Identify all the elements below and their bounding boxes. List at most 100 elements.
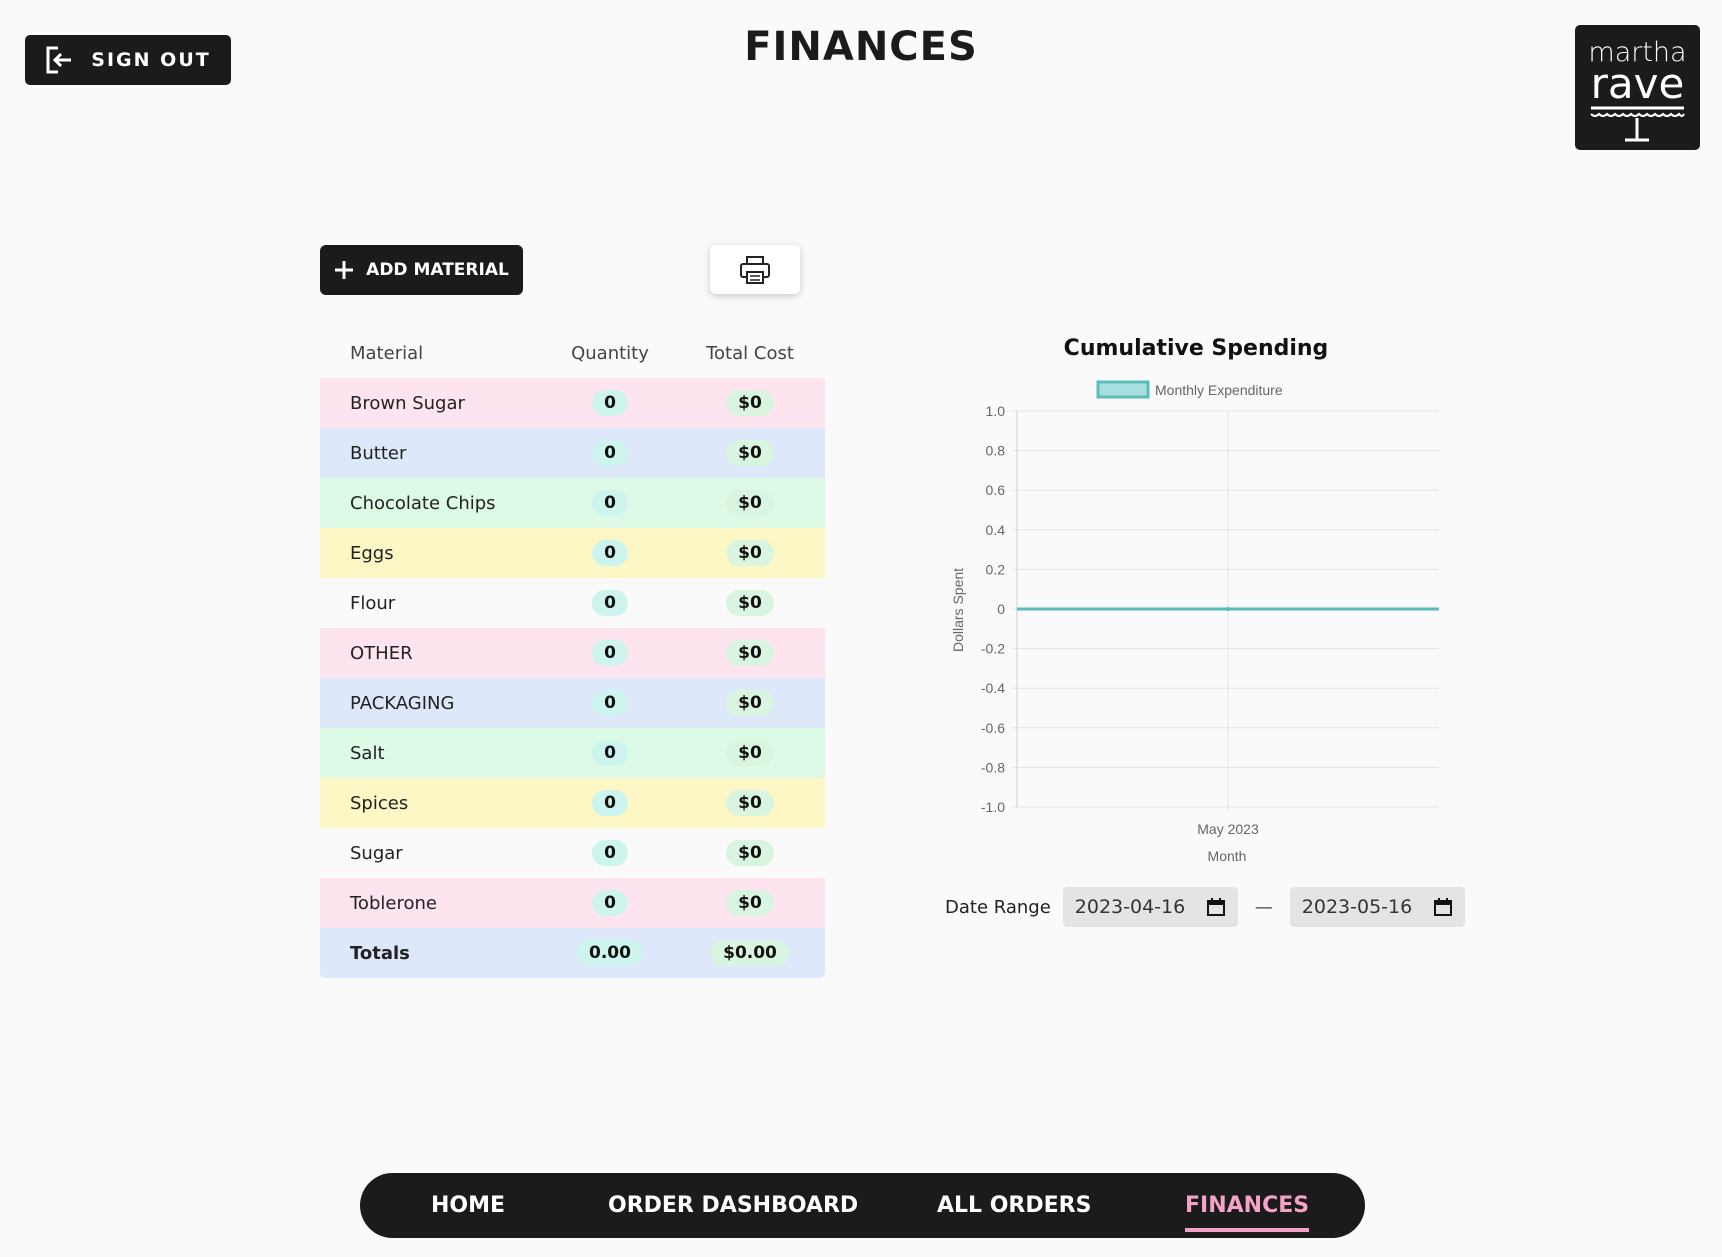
nav-all-orders[interactable]: ALL ORDERS: [937, 1193, 1091, 1218]
end-date-value: 2023-05-16: [1301, 896, 1413, 918]
start-date-input[interactable]: 2023-04-16: [1062, 887, 1238, 927]
cost-value: $0: [726, 790, 774, 816]
printer-icon: [740, 255, 770, 284]
date-range-separator: —: [1254, 896, 1273, 918]
calendar-icon: [1433, 898, 1452, 916]
materials-table: Material Quantity Total Cost Brown Sugar…: [320, 328, 825, 978]
material-name: PACKAGING: [350, 692, 455, 714]
end-date-input[interactable]: 2023-05-16: [1289, 887, 1465, 927]
y-tick-label: -0.6: [981, 720, 1005, 736]
start-date-value: 2023-04-16: [1074, 896, 1186, 918]
totals-cost: $0.00: [711, 940, 789, 966]
cost-value: $0: [726, 640, 774, 666]
material-name: Salt: [350, 742, 385, 764]
table-row: Brown Sugar 0 $0: [320, 378, 825, 428]
cost-value: $0: [726, 390, 774, 416]
table-row: Eggs 0 $0: [320, 528, 825, 578]
cost-value: $0: [726, 590, 774, 616]
header-total-cost: Total Cost: [706, 342, 794, 364]
table-row: Butter 0 $0: [320, 428, 825, 478]
calendar-icon: [1206, 898, 1225, 916]
plus-icon: [335, 261, 354, 279]
table-row: Spices 0 $0: [320, 778, 825, 828]
date-range: Date Range 2023-04-16 — 2023-05-16: [945, 887, 1465, 927]
cost-value: $0: [726, 540, 774, 566]
y-tick-label: -0.2: [981, 641, 1005, 657]
nav-home[interactable]: HOME: [431, 1193, 505, 1218]
nav-order-dashboard-label: ORDER DASHBOARD: [608, 1193, 859, 1218]
table-body: Brown Sugar 0 $0 Butter 0 $0 Chocolate Chips 0 $…: [320, 378, 825, 928]
totals-row: Totals 0.00 $0.00: [320, 928, 825, 978]
totals-quantity: 0.00: [577, 940, 643, 966]
quantity-value: 0: [592, 690, 628, 716]
table-header: Material Quantity Total Cost: [320, 328, 825, 378]
quantity-value: 0: [592, 540, 628, 566]
cake-stand-icon: [1590, 106, 1685, 142]
quantity-value: 0: [592, 740, 628, 766]
x-tick-label: May 2023: [1197, 821, 1259, 837]
quantity-value: 0: [592, 390, 628, 416]
material-name: Butter: [350, 442, 407, 464]
y-axis-label: Dollars Spent: [950, 568, 966, 652]
add-material-button[interactable]: ADD MATERIAL: [320, 245, 523, 295]
bottom-nav: HOME ORDER DASHBOARD ALL ORDERS FINANCES: [360, 1173, 1365, 1238]
material-name: Eggs: [350, 542, 394, 564]
material-name: Toblerone: [350, 892, 437, 914]
y-tick-label: 1.0: [986, 403, 1006, 419]
cumulative-spending-chart: Cumulative Spending Monthly Expenditure …: [950, 336, 1439, 864]
quantity-value: 0: [592, 490, 628, 516]
y-tick-label: 0.4: [986, 522, 1006, 538]
table-row: Sugar 0 $0: [320, 828, 825, 878]
y-tick-label: 0.2: [986, 561, 1006, 577]
table-row: Flour 0 $0: [320, 578, 825, 628]
y-tick-label: -1.0: [981, 799, 1005, 815]
logo-text-bottom: rave: [1590, 59, 1685, 108]
material-name: Spices: [350, 792, 409, 814]
data-point: [1226, 607, 1230, 611]
material-name: Chocolate Chips: [350, 492, 496, 514]
nav-home-label: HOME: [431, 1193, 506, 1218]
date-range-label: Date Range: [945, 896, 1051, 918]
quantity-value: 0: [592, 790, 628, 816]
y-tick-label: -0.8: [981, 759, 1005, 775]
nav-finances-label: FINANCES: [1185, 1193, 1310, 1218]
material-name: Sugar: [350, 842, 403, 864]
chart-title: Cumulative Spending: [1064, 336, 1329, 361]
quantity-value: 0: [592, 890, 628, 916]
chart-grid: 1.0 0.8 0.6 0.4 0.2 0 -0.2 -0.4 -0.6 -0.8 -1.0 May …: [981, 403, 1439, 837]
active-tab-indicator: [1185, 1228, 1310, 1232]
cost-value: $0: [726, 440, 774, 466]
nav-order-dashboard[interactable]: ORDER DASHBOARD: [608, 1193, 858, 1218]
nav-finances[interactable]: FINANCES: [1185, 1193, 1310, 1232]
quantity-value: 0: [592, 590, 628, 616]
material-name: OTHER: [350, 642, 413, 664]
cost-value: $0: [726, 490, 774, 516]
page-title: FINANCES: [744, 24, 978, 70]
header-material: Material: [350, 342, 424, 364]
legend-label: Monthly Expenditure: [1155, 382, 1283, 398]
cost-value: $0: [726, 840, 774, 866]
nav-all-orders-label: ALL ORDERS: [937, 1193, 1092, 1218]
material-name: Flour: [350, 592, 396, 614]
y-tick-label: 0.8: [986, 443, 1006, 459]
cost-value: $0: [726, 690, 774, 716]
table-row: Toblerone 0 $0: [320, 878, 825, 928]
table-row: PACKAGING 0 $0: [320, 678, 825, 728]
y-tick-label: 0: [997, 601, 1005, 617]
add-material-label: ADD MATERIAL: [366, 260, 509, 280]
table-row: Salt 0 $0: [320, 728, 825, 778]
material-name: Brown Sugar: [350, 392, 465, 414]
y-tick-label: -0.4: [981, 680, 1005, 696]
quantity-value: 0: [592, 640, 628, 666]
table-row: Chocolate Chips 0 $0: [320, 478, 825, 528]
brand-logo: martha rave: [1575, 25, 1700, 150]
table-row: OTHER 0 $0: [320, 628, 825, 678]
totals-label: Totals: [350, 942, 410, 964]
cost-value: $0: [726, 740, 774, 766]
print-button[interactable]: [710, 245, 800, 294]
quantity-value: 0: [592, 440, 628, 466]
header-quantity: Quantity: [571, 342, 649, 364]
x-axis-label: Month: [1208, 848, 1247, 864]
y-tick-label: 0.6: [986, 482, 1006, 498]
legend-swatch: [1096, 380, 1150, 399]
